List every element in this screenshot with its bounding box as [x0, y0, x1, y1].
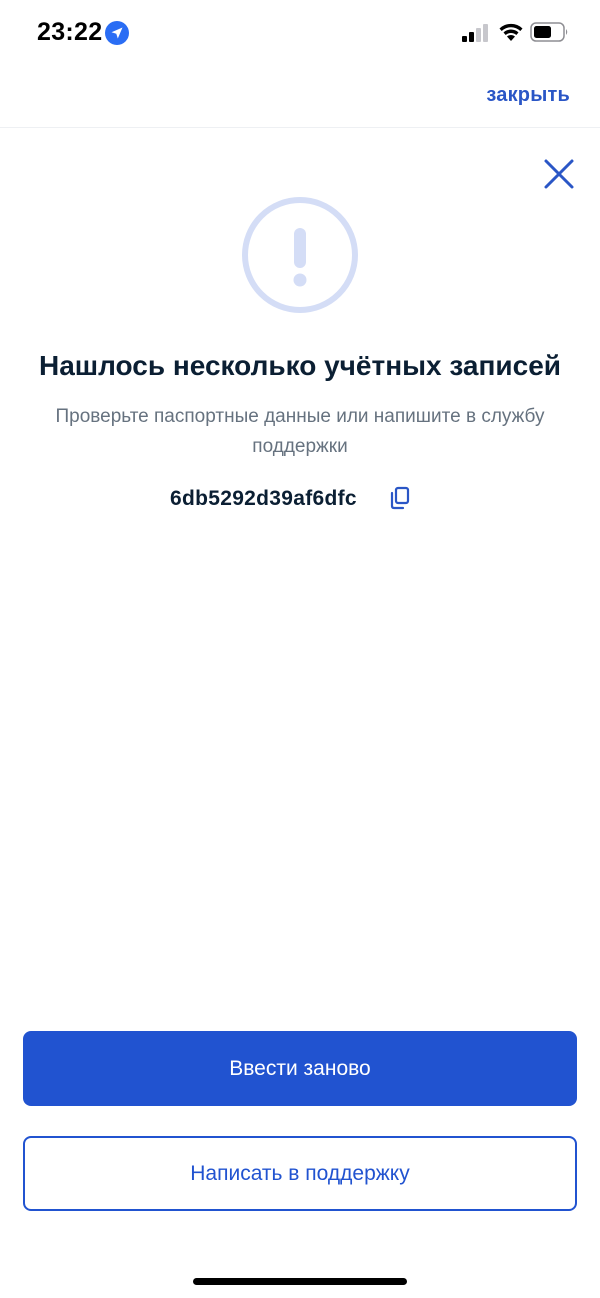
- close-link[interactable]: закрыть: [486, 84, 570, 107]
- location-arrow-icon: [105, 21, 129, 45]
- dialog-title: Нашлось несколько учётных записей: [38, 350, 561, 381]
- top-nav-bar: закрыть: [0, 64, 600, 128]
- reference-code: 6db5292d39af6dfc: [170, 487, 357, 510]
- signal-icon: [462, 24, 488, 42]
- home-indicator: [193, 1278, 407, 1285]
- contact-support-button[interactable]: Написать в поддержку: [23, 1136, 577, 1211]
- close-icon[interactable]: [542, 157, 576, 191]
- retry-button[interactable]: Ввести заново: [23, 1031, 577, 1106]
- copy-icon[interactable]: [389, 486, 411, 510]
- dialog-subtitle: Проверьте паспортные данные или напишите…: [55, 406, 545, 457]
- status-bar: 23:22: [0, 0, 600, 64]
- exclamation-circle-icon: [242, 197, 358, 313]
- battery-icon: [530, 22, 568, 42]
- wifi-icon: [499, 23, 523, 41]
- reference-code-row: 6db5292d39af6dfc: [0, 484, 600, 518]
- contact-support-button-label: Написать в поддержку: [190, 1161, 410, 1185]
- status-time: 23:22: [37, 18, 103, 46]
- retry-button-label: Ввести заново: [229, 1056, 371, 1080]
